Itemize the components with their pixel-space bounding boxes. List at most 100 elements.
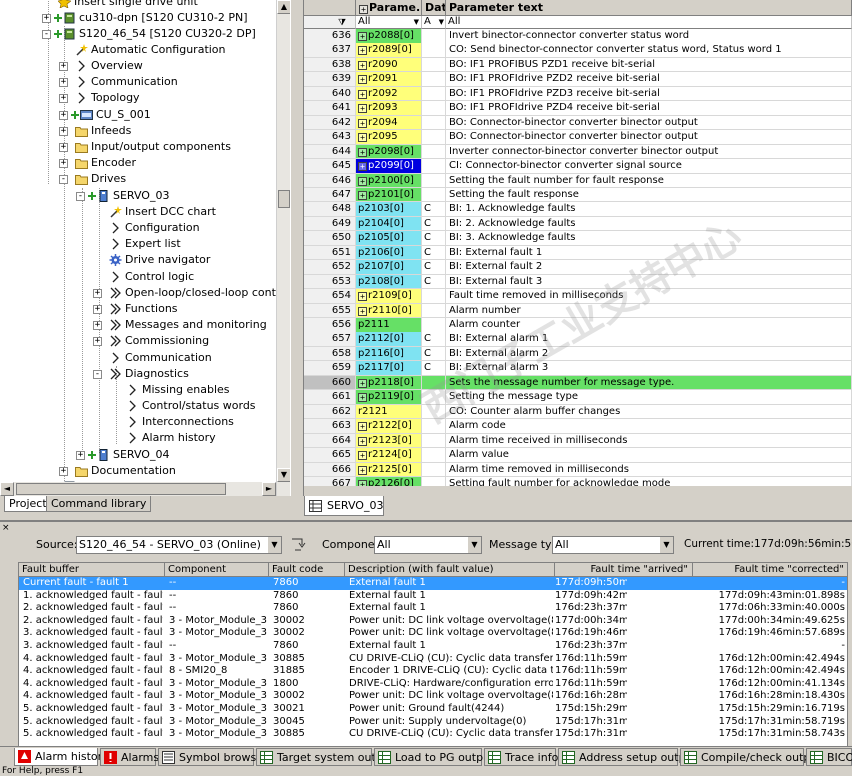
parameter-row[interactable]: 654 + r2109[0] Fault time removed in millis…	[304, 289, 852, 304]
expand-icon[interactable]: +	[358, 306, 367, 316]
fault-row[interactable]: 1. acknowledged fault - fault 1 -- 7860 Ext…	[19, 590, 847, 603]
tree-node[interactable]: + Encoder	[0, 155, 276, 171]
tree-node[interactable]: - SERVO_03	[0, 188, 276, 204]
parameter-row[interactable]: 636 + p2088[0] Invert binector-connector co…	[304, 29, 852, 44]
parameter-id[interactable]: p2106[0]	[356, 245, 422, 261]
tree-node[interactable]: + Open-loop/closed-loop control	[0, 285, 290, 301]
scroll-left-icon[interactable]: ◄	[0, 482, 14, 496]
expand-icon[interactable]: +	[358, 147, 367, 157]
fault-row[interactable]: 3. acknowledged fault - fault 2 -- 7860 Ext…	[19, 640, 847, 653]
expand-icon[interactable]: +	[93, 337, 102, 346]
tree-node[interactable]: + Overview	[0, 58, 276, 74]
tree-node[interactable]: + Commissioning	[0, 333, 276, 349]
fault-row[interactable]: Current fault - fault 1 -- 7860 External fa…	[19, 577, 847, 590]
expand-icon[interactable]: +	[358, 393, 367, 403]
parameter-id[interactable]: + p2098[0]	[356, 144, 422, 160]
tree-node[interactable]: - Drives	[0, 171, 276, 187]
tree-horizontal-scrollbar[interactable]: ◄ ►	[0, 482, 276, 496]
parameter-row[interactable]: 647 + p2101[0] Setting the fault response	[304, 187, 852, 203]
parameter-id[interactable]: p2103[0]	[356, 202, 422, 217]
col-header-parameter[interactable]: +Parame...	[356, 0, 422, 16]
scroll-thumb[interactable]	[16, 483, 226, 495]
parameter-row[interactable]: 661 + p2119[0] Setting the message type	[304, 390, 852, 405]
header-fault-code[interactable]: Fault code	[269, 563, 345, 577]
expand-icon[interactable]: +	[358, 133, 367, 143]
parameter-row[interactable]: 656 p2111 Alarm counter	[304, 318, 852, 333]
filter-data[interactable]: A ▼	[422, 16, 446, 29]
fault-row[interactable]: 3. acknowledged fault - fault 1 3 - Motor…	[19, 627, 847, 640]
parameter-id[interactable]: + r2095	[356, 130, 422, 145]
bottom-tab-alarms[interactable]: Alarms	[100, 748, 159, 766]
parameter-id[interactable]: + r2122[0]	[356, 419, 422, 434]
tree-node[interactable]: Insert single drive unit	[0, 0, 276, 10]
header-description[interactable]: Description (with fault value)	[345, 563, 555, 577]
parameter-row[interactable]: 650 p2105[0] C BI: 3. Acknowledge faults	[304, 231, 852, 246]
tree-node[interactable]: + Topology	[0, 90, 276, 106]
tree-node[interactable]: Expert list	[0, 236, 276, 252]
parameter-row[interactable]: 638 + r2090 BO: IF1 PROFIBUS PZD1 receive b…	[304, 57, 852, 73]
parameter-id[interactable]: + p2100[0]	[356, 173, 422, 188]
tree-node[interactable]: + Messages and monitoring	[0, 317, 276, 333]
expand-icon[interactable]: +	[59, 467, 68, 476]
expand-icon[interactable]: +	[93, 305, 102, 314]
expand-icon[interactable]: +	[59, 94, 68, 103]
tree-node[interactable]: Automatic Configuration	[0, 42, 276, 58]
parameter-row[interactable]: 658 p2116[0] C BI: External alarm 2	[304, 346, 852, 362]
tree-node[interactable]: + Infeeds	[0, 123, 276, 139]
tree-vertical-scrollbar[interactable]: ▲ ▼	[276, 0, 290, 496]
parameter-id[interactable]: p2116[0]	[356, 346, 422, 362]
tree-node[interactable]: + SERVO_04	[0, 447, 276, 463]
parameter-row[interactable]: 652 p2107[0] C BI: External fault 2	[304, 260, 852, 275]
bottom-tab-alarm-history[interactable]: Alarm history	[14, 748, 109, 766]
tree-node[interactable]: Alarm history	[0, 430, 276, 446]
parameter-row[interactable]: 642 + r2094 BO: Connector-binector converte…	[304, 115, 852, 131]
col-header-text[interactable]: Parameter text	[446, 0, 852, 16]
parameter-row[interactable]: 640 + r2092 BO: IF1 PROFIdrive PZD3 receive…	[304, 86, 852, 102]
expand-icon[interactable]: +	[358, 32, 367, 41]
parameter-row[interactable]: 651 p2106[0] C BI: External fault 1	[304, 245, 852, 261]
expand-icon[interactable]: +	[59, 78, 68, 87]
parameter-id[interactable]: + r2093	[356, 101, 422, 116]
expand-icon[interactable]: +	[358, 46, 367, 56]
parameter-row[interactable]: 644 + p2098[0] Inverter connector-binector …	[304, 144, 852, 160]
fault-row[interactable]: 2. acknowledged fault - fault 1 -- 7860 Ext…	[19, 602, 847, 615]
tree-node[interactable]: + Input/output components	[0, 139, 276, 155]
parameter-id[interactable]: + r2091	[356, 72, 422, 87]
parameter-row[interactable]: 641 + r2093 BO: IF1 PROFIdrive PZD4 receive…	[304, 101, 852, 116]
bottom-tab-symbol-browser[interactable]: Symbol browser	[158, 748, 267, 766]
fault-buffer-table[interactable]: Fault buffer Component Fault code Descripti…	[18, 562, 848, 748]
parameter-id[interactable]: + p2099[0]	[356, 159, 422, 174]
bottom-tab-load-to-pg-output[interactable]: Load to PG output	[374, 748, 494, 766]
parameter-row[interactable]: 660 + p2118[0] Sets the message number for …	[304, 375, 852, 391]
expand-icon[interactable]: +	[358, 465, 367, 475]
tab-project[interactable]: Project	[4, 496, 52, 512]
tree-node[interactable]: + Functions	[0, 301, 276, 317]
expand-icon[interactable]: +	[358, 60, 367, 70]
expand-icon[interactable]: +	[93, 289, 102, 298]
fault-row[interactable]: 5. acknowledged fault - fault 2 3 - Motor…	[19, 716, 847, 729]
editor-tab-servo03[interactable]: SERVO_03	[304, 496, 384, 516]
parameter-row[interactable]: 667 + p2126[0] Setting fault number for ack…	[304, 476, 852, 486]
parameter-row[interactable]: 649 p2104[0] C BI: 2. Acknowledge faults	[304, 216, 852, 232]
parameter-id[interactable]: + r2123[0]	[356, 433, 422, 449]
parameter-id[interactable]: + r2109[0]	[356, 289, 422, 304]
tree-node[interactable]: + Documentation	[0, 463, 276, 479]
parameter-id[interactable]: p2112[0]	[356, 332, 422, 347]
expand-all-icon[interactable]: +	[359, 5, 368, 14]
parameter-row[interactable]: 646 + p2100[0] Setting the fault number for…	[304, 173, 852, 188]
pane-splitter[interactable]	[290, 0, 304, 496]
tree-node[interactable]: + CU_S_001	[0, 107, 276, 123]
expand-icon[interactable]: +	[76, 451, 85, 460]
expert-list-table[interactable]: +Parame... Data Parameter text ⧩ All▼ A▼…	[304, 0, 852, 486]
parameter-row[interactable]: 643 + r2095 BO: Connector-binector converte…	[304, 130, 852, 145]
header-component[interactable]: Component	[165, 563, 269, 577]
parameter-id[interactable]: p2111	[356, 318, 422, 333]
tree-node[interactable]: + Communication	[0, 74, 276, 90]
tree-node[interactable]: Insert DCC chart	[0, 204, 276, 220]
parameter-row[interactable]: 637 + r2089[0] CO: Send binector-connector …	[304, 43, 852, 58]
expand-icon[interactable]: +	[59, 111, 68, 120]
bottom-tab-trace-info[interactable]: Trace info	[484, 748, 558, 766]
parameter-id[interactable]: + p2101[0]	[356, 187, 422, 203]
tree-node[interactable]: Interconnections	[0, 414, 276, 430]
tree-node[interactable]: Communication	[0, 350, 276, 366]
